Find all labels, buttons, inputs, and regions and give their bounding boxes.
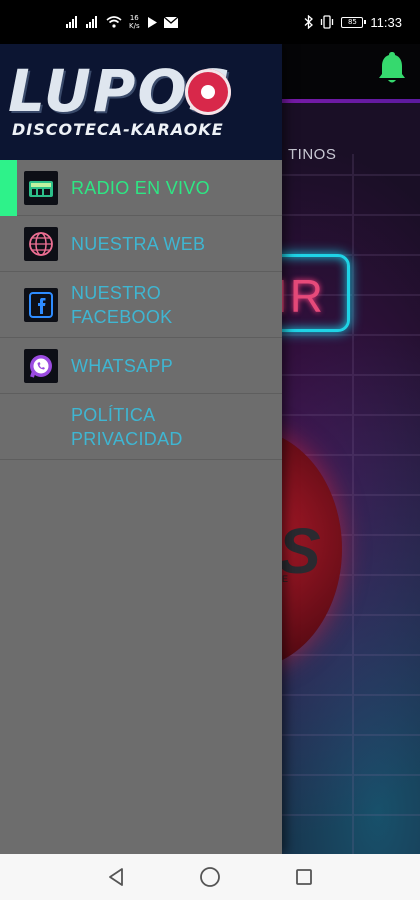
status-left: 16 K/s [66, 12, 178, 32]
menu-item-nuestra-web[interactable]: NUESTRA WEB [0, 216, 282, 272]
whatsapp-icon [24, 348, 58, 383]
navigation-drawer: LUPOS DISCOTECA-KARAOKE RADIO EN VIVO NU… [0, 44, 282, 854]
clock: 11:33 [370, 14, 402, 30]
play-icon [147, 16, 157, 28]
menu-item-label: NUESTRA WEB [71, 233, 206, 254]
signal-icon [86, 16, 99, 28]
mail-icon [163, 16, 178, 28]
menu-item-label: NUESTRO FACEBOOK [71, 282, 173, 327]
app-tab-latinos[interactable]: TINOS [288, 146, 336, 163]
menu-item-radio-en-vivo[interactable]: RADIO EN VIVO [0, 160, 282, 216]
recents-icon[interactable] [293, 866, 315, 888]
facebook-icon [24, 287, 58, 322]
wifi-icon [106, 16, 122, 28]
signal-icon [66, 16, 79, 28]
neon-button-label: IR [275, 270, 325, 322]
disc-logo-sub: E [282, 574, 289, 584]
drawer-header: LUPOS DISCOTECA-KARAOKE [0, 44, 282, 160]
system-navigation-bar [0, 854, 420, 900]
logo-subtitle: DISCOTECA-KARAOKE [12, 120, 224, 139]
vinyl-record-icon [185, 69, 231, 115]
menu-item-whatsapp[interactable]: WHATSAPP [0, 338, 282, 394]
menu-item-label: WHATSAPP [71, 355, 174, 376]
home-icon[interactable] [199, 866, 221, 888]
bluetooth-icon [304, 15, 314, 29]
back-icon[interactable] [105, 866, 127, 888]
net-speed-value: 16 [129, 14, 139, 22]
bell-icon[interactable] [376, 50, 408, 86]
menu-item-label: POLÍTICA PRIVACIDAD [71, 404, 183, 449]
net-speed-unit: K/s [129, 22, 140, 30]
status-bar: 16 K/s 85 11:33 [0, 0, 420, 44]
drawer-menu: RADIO EN VIVO NUESTRA WEB NUESTRO FACEBO… [0, 160, 282, 460]
globe-icon [24, 226, 58, 261]
status-right: 85 11:33 [304, 12, 402, 32]
menu-item-nuestro-facebook[interactable]: NUESTRO FACEBOOK [0, 272, 282, 338]
radio-icon [24, 170, 58, 205]
vibrate-icon [321, 15, 334, 29]
menu-item-politica-privacidad[interactable]: POLÍTICA PRIVACIDAD [0, 394, 282, 460]
menu-item-label: RADIO EN VIVO [71, 177, 210, 198]
net-speed: 16 K/s [129, 14, 140, 30]
battery-icon: 85 [341, 16, 367, 28]
